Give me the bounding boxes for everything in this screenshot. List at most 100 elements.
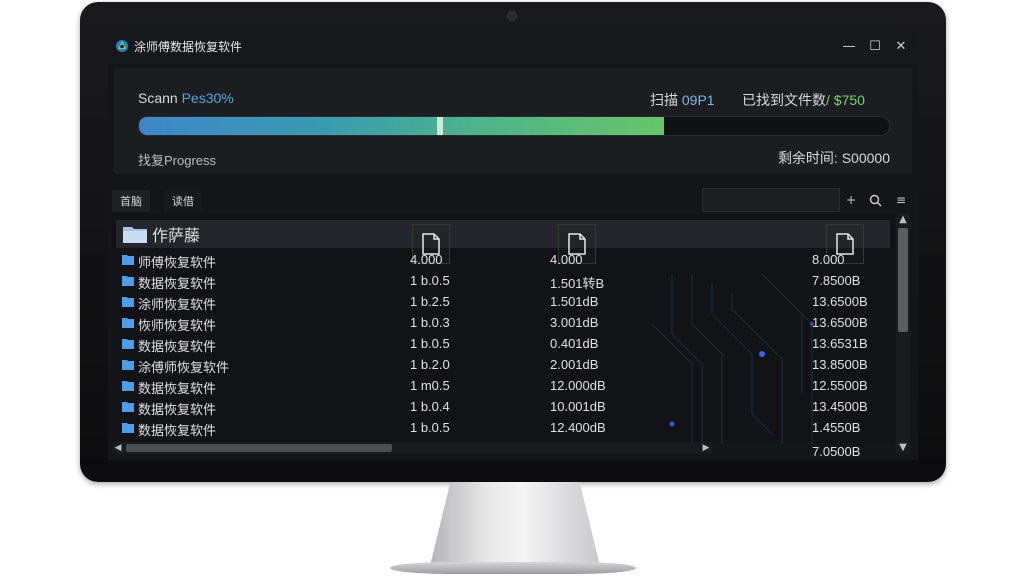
add-button[interactable]: + xyxy=(840,190,862,210)
row-col-1: 1 b.2.0 xyxy=(410,357,450,372)
app-logo-icon xyxy=(114,38,130,54)
row-col-3: 13.6500B xyxy=(812,315,868,330)
progress-bar-fill xyxy=(139,117,664,135)
scroll-left-icon[interactable]: ◀ xyxy=(112,442,124,454)
folder-icon xyxy=(122,400,134,415)
table-row[interactable]: 数据恢复软件 1 b.0.5 1.501转B 7.8500B xyxy=(112,271,894,292)
row-col-1: 1 b.2.5 xyxy=(410,294,450,309)
table-row[interactable]: 涂师恢复软件 1 b.2.5 1.501dB 13.6500B xyxy=(112,292,894,313)
row-col-1: 1 b.0.5 xyxy=(410,420,450,435)
row-col-1: 1 b.0.4 xyxy=(410,399,450,414)
title-bar: 涂师傅数据恢复软件 — ☐ ✕ xyxy=(108,28,918,64)
table-row[interactable]: 师傅恢复软件 4.000 4.000 8.000 xyxy=(112,250,894,271)
row-col-3: 7.8500B xyxy=(812,273,861,288)
row-col-2: 4.000 xyxy=(550,252,583,267)
folder-icon xyxy=(122,253,134,268)
row-name: 数据恢复软件 xyxy=(138,423,217,438)
hscrollbar-thumb[interactable] xyxy=(126,444,392,452)
tab-second[interactable]: 读借 xyxy=(164,190,202,212)
row-col-2: 1.501dB xyxy=(550,294,599,309)
row-name: 数据恢复软件 xyxy=(138,276,217,291)
scan-label-prefix: Scann xyxy=(138,90,182,106)
row-col-2: 10.001dB xyxy=(550,399,606,414)
row-col-2: 1.501转B xyxy=(550,276,605,291)
horizontal-scrollbar[interactable]: ◀ ▶ xyxy=(112,442,712,454)
partial-row-value: 7.0500B xyxy=(812,444,861,459)
file-rows: 师傅恢复软件 4.000 4.000 8.000 数据恢复软件 1 b.0.5 1.501转… xyxy=(112,250,894,439)
scan-count-value: 09Ρ1 xyxy=(681,92,715,108)
row-col-3: 1.4550B xyxy=(812,420,861,435)
row-col-3: 13.6500B xyxy=(812,294,868,309)
folder-icon xyxy=(122,358,134,373)
row-col-3: 13.6531B xyxy=(812,336,868,351)
row-col-1: 1 b.0.3 xyxy=(410,315,450,330)
row-name: 涂傅师恢复软件 xyxy=(138,360,230,375)
found-count-value: / $750 xyxy=(826,92,865,108)
progress-bar-marker xyxy=(436,117,443,135)
row-name: 数据恢复软件 xyxy=(138,339,217,354)
folder-icon xyxy=(122,337,134,352)
found-files-count: 已找到文件数/ $750 xyxy=(742,90,865,110)
folder-title: 作萨藤 xyxy=(152,226,201,245)
folder-icon xyxy=(122,316,134,331)
scan-count: 扫描 09Ρ1 xyxy=(650,90,715,110)
search-input[interactable] xyxy=(702,188,840,212)
monitor-bezel: 涂师傅数据恢复软件 — ☐ ✕ Scann Pes30% 扫描 09Ρ1 已找到… xyxy=(80,2,946,482)
row-name: 恢师恢复软件 xyxy=(138,318,217,333)
menu-icon[interactable]: ≡ xyxy=(890,190,912,210)
file-list: 作萨藤 师傅恢复软件 4.000 4.000 8.000 数据恢复软件 1 b.0.5 1.… xyxy=(112,214,894,444)
found-count-prefix: 已找到文件数 xyxy=(742,92,826,108)
scan-percent-label: Scann Pes30% xyxy=(138,90,234,106)
scroll-right-icon[interactable]: ▶ xyxy=(700,442,712,454)
search-icon[interactable] xyxy=(864,190,886,210)
row-col-1: 4.000 xyxy=(410,252,443,267)
row-col-2: 12.400dB xyxy=(550,420,606,435)
time-remaining: 剩余时间: S00000 xyxy=(777,150,890,166)
row-col-3: 8.000 xyxy=(812,252,845,267)
progress-bar xyxy=(138,116,890,136)
folder-icon xyxy=(122,421,134,436)
tabs-toolbar: 首脑 读借 + ≡ xyxy=(108,186,918,214)
folder-icon xyxy=(122,295,134,310)
table-row[interactable]: 涂傅师恢复软件 1 b.2.0 2.001dB 13.8500B xyxy=(112,355,894,376)
row-name: 数据恢复软件 xyxy=(138,402,217,417)
table-row[interactable]: 数据恢复软件 1 b.0.4 10.001dB 13.4500B xyxy=(112,397,894,418)
table-row[interactable]: 数据恢复软件 1 b.0.5 12.400dB 1.4550B xyxy=(112,418,894,439)
row-col-2: 0.401dB xyxy=(550,336,599,351)
row-col-2: 12.000dB xyxy=(550,378,606,393)
progress-label: 找复Progress xyxy=(138,153,217,168)
row-col-2: 2.001dB xyxy=(550,357,599,372)
minimize-button[interactable]: — xyxy=(838,36,860,56)
row-col-3: 13.8500B xyxy=(812,357,868,372)
row-col-3: 12.5500B xyxy=(812,378,868,393)
scroll-down-icon[interactable]: ▼ xyxy=(896,442,910,454)
tab-first[interactable]: 首脑 xyxy=(112,190,150,212)
row-col-1: 1 b.0.5 xyxy=(410,336,450,351)
row-name: 师傅恢复软件 xyxy=(138,255,217,270)
row-col-3: 13.4500B xyxy=(812,399,868,414)
table-row[interactable]: 数据恢复软件 1 b.0.5 0.401dB 13.6531B xyxy=(112,334,894,355)
folder-icon xyxy=(122,224,148,248)
scan-percent-value: Pes30% xyxy=(181,90,234,106)
maximize-button[interactable]: ☐ xyxy=(864,36,886,56)
window-title: 涂师傅数据恢复软件 xyxy=(134,39,243,54)
scan-count-prefix: 扫描 xyxy=(650,92,682,108)
row-col-2: 3.001dB xyxy=(550,315,599,330)
close-button[interactable]: ✕ xyxy=(890,36,912,56)
monitor-stand xyxy=(430,482,600,566)
row-col-1: 1 m0.5 xyxy=(410,378,450,393)
vertical-scrollbar[interactable]: ▲ ▼ xyxy=(896,214,910,454)
app-window: 涂师傅数据恢复软件 — ☐ ✕ Scann Pes30% 扫描 09Ρ1 已找到… xyxy=(108,28,918,460)
scroll-up-icon[interactable]: ▲ xyxy=(896,214,910,226)
folder-icon xyxy=(122,379,134,394)
table-row[interactable]: 数据恢复软件 1 m0.5 12.000dB 12.5500B xyxy=(112,376,894,397)
row-col-1: 1 b.0.5 xyxy=(410,273,450,288)
table-row[interactable]: 恢师恢复软件 1 b.0.3 3.001dB 13.6500B xyxy=(112,313,894,334)
row-name: 数据恢复软件 xyxy=(138,381,217,396)
folder-header-row[interactable]: 作萨藤 xyxy=(116,220,890,248)
monitor-base xyxy=(390,562,636,574)
scan-progress-panel: Scann Pes30% 扫描 09Ρ1 已找到文件数/ $750 找复Prog… xyxy=(114,68,912,174)
webcam xyxy=(507,11,517,21)
row-name: 涂师恢复软件 xyxy=(138,297,217,312)
scrollbar-thumb[interactable] xyxy=(898,228,908,332)
